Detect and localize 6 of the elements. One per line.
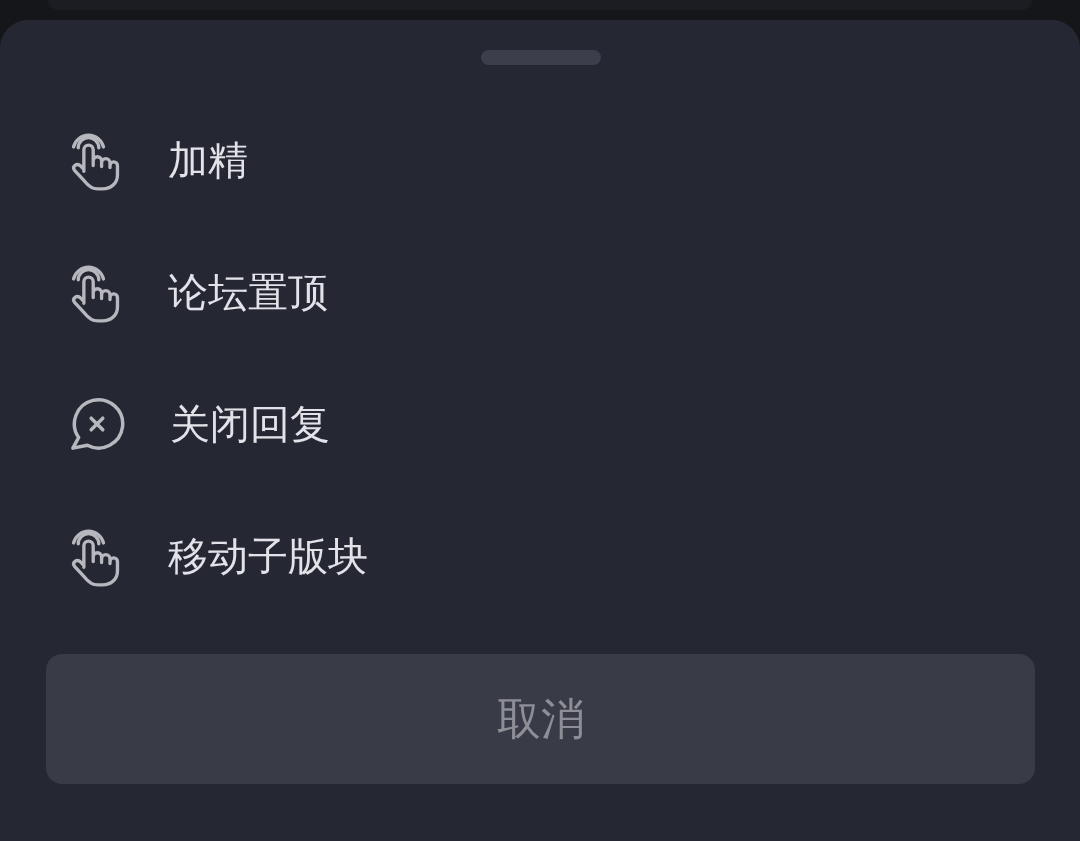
menu-item[interactable]: 论坛置顶 [68,260,328,324]
menu-item[interactable]: 关闭回复 [68,396,330,452]
drag-handle[interactable] [480,50,601,65]
speech-bubble-x-icon [68,396,126,452]
menu-item[interactable]: 移动子版块 [68,524,368,588]
menu-item[interactable]: 加精 [68,128,248,192]
